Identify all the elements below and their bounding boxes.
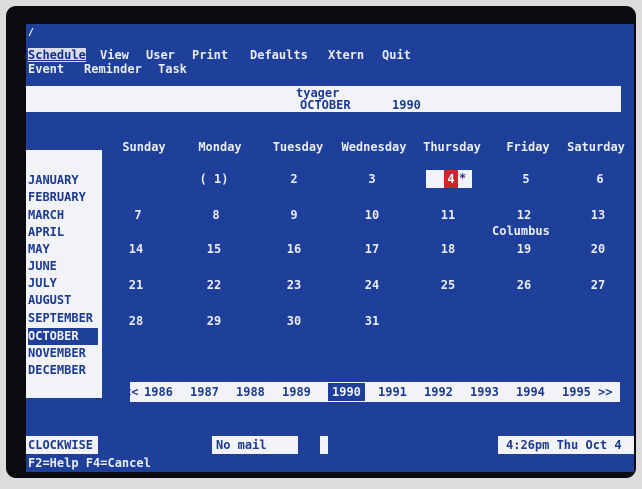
year-item[interactable]: 1988 — [236, 385, 265, 399]
status-divider — [328, 436, 498, 454]
status-divider — [98, 436, 212, 454]
menu-reminder[interactable]: Reminder — [84, 62, 142, 76]
function-key-help: F2=Help F4=Cancel — [28, 456, 151, 470]
day-cell[interactable]: 17 — [342, 242, 402, 256]
day-cell[interactable]: 5 — [496, 172, 556, 186]
month-title: OCTOBER — [300, 98, 351, 112]
year-item[interactable]: 1993 — [470, 385, 499, 399]
month-item-august[interactable]: AUGUST — [28, 292, 102, 309]
month-item-october[interactable]: OCTOBER — [28, 328, 98, 345]
clock-mode-label: CLOCKWISE — [28, 438, 94, 452]
menu-quit[interactable]: Quit — [382, 48, 411, 62]
menu-print[interactable]: Print — [192, 48, 228, 62]
today-marker: * — [459, 171, 467, 185]
day-cell[interactable]: 24 — [342, 278, 402, 292]
month-item-march[interactable]: MARCH — [28, 207, 102, 224]
holiday-label: Columbus — [492, 224, 550, 238]
day-cell[interactable]: 25 — [418, 278, 478, 292]
day-cell[interactable]: 16 — [264, 242, 324, 256]
weekday-thursday: Thursday — [423, 140, 481, 154]
calendar-header: tyager OCTOBER 1990 — [26, 86, 621, 112]
day-cell[interactable]: 11 — [418, 208, 478, 222]
menu-defaults[interactable]: Defaults — [250, 48, 308, 62]
day-cell[interactable]: 2 — [264, 172, 324, 186]
menu-xtern[interactable]: Xtern — [328, 48, 364, 62]
day-cell[interactable]: 9 — [264, 208, 324, 222]
year-item[interactable]: 1987 — [190, 385, 219, 399]
weekday-saturday: Saturday — [567, 140, 625, 154]
year-item[interactable]: 1989 — [282, 385, 311, 399]
year-item[interactable]: 1991 — [378, 385, 407, 399]
menu-view[interactable]: View — [100, 48, 129, 62]
day-cell[interactable]: 14 — [106, 242, 166, 256]
mail-status: No mail — [216, 438, 267, 452]
day-cell[interactable]: 8 — [186, 208, 246, 222]
year-item[interactable]: 1986 — [144, 385, 173, 399]
day-cell[interactable]: 19 — [494, 242, 554, 256]
status-divider — [298, 436, 320, 454]
year-title: 1990 — [392, 98, 421, 112]
day-cell[interactable]: 31 — [342, 314, 402, 328]
today-date[interactable]: 4 — [444, 170, 458, 188]
year-item-selected[interactable]: 1990 — [328, 383, 365, 401]
cursor-mark: / — [28, 27, 35, 38]
month-item-february[interactable]: FEBRUARY — [28, 189, 102, 206]
day-cell[interactable]: 22 — [184, 278, 244, 292]
day-cell[interactable]: 7 — [108, 208, 168, 222]
month-item-july[interactable]: JULY — [28, 275, 102, 292]
day-cell[interactable]: 13 — [568, 208, 628, 222]
month-item-september[interactable]: SEPTEMBER — [28, 310, 102, 327]
menu-event[interactable]: Event — [28, 62, 64, 76]
year-item[interactable]: 1994 — [516, 385, 545, 399]
year-prev-button[interactable]: << — [124, 385, 138, 399]
month-item-april[interactable]: APRIL — [28, 224, 102, 241]
monitor-bezel: / Schedule View User Print Defaults Xter… — [6, 6, 636, 478]
day-cell[interactable]: 18 — [418, 242, 478, 256]
weekday-tuesday: Tuesday — [272, 140, 324, 154]
menu-schedule[interactable]: Schedule — [28, 48, 86, 62]
day-cell[interactable]: 21 — [106, 278, 166, 292]
day-cell[interactable]: 29 — [184, 314, 244, 328]
day-cell[interactable]: 30 — [264, 314, 324, 328]
day-cell[interactable]: 12 — [494, 208, 554, 222]
day-cell[interactable]: 27 — [568, 278, 628, 292]
month-item-june[interactable]: JUNE — [28, 258, 102, 275]
month-item-december[interactable]: DECEMBER — [28, 362, 102, 379]
day-cell[interactable]: 3 — [342, 172, 402, 186]
day-cell[interactable]: 20 — [568, 242, 628, 256]
day-cell[interactable]: ( 1) — [184, 172, 244, 186]
day-cell[interactable]: 15 — [184, 242, 244, 256]
day-cell[interactable]: 10 — [342, 208, 402, 222]
weekday-wednesday: Wednesday — [341, 140, 407, 154]
day-cell[interactable]: 26 — [494, 278, 554, 292]
year-item[interactable]: 1992 — [424, 385, 453, 399]
day-cell[interactable]: 6 — [570, 172, 630, 186]
terminal-screen: / Schedule View User Print Defaults Xter… — [26, 24, 634, 472]
month-item-november[interactable]: NOVEMBER — [28, 345, 102, 362]
clock-time: 4:26pm Thu Oct 4 — [506, 438, 622, 452]
menu-user[interactable]: User — [146, 48, 175, 62]
month-item-january[interactable]: JANUARY — [28, 172, 102, 189]
weekday-monday: Monday — [198, 140, 242, 154]
menu-task[interactable]: Task — [158, 62, 187, 76]
day-cell[interactable]: 28 — [106, 314, 166, 328]
day-cell[interactable]: 23 — [264, 278, 324, 292]
year-item[interactable]: 1995 — [562, 385, 591, 399]
year-next-button[interactable]: >> — [598, 385, 612, 399]
weekday-sunday: Sunday — [122, 140, 166, 154]
month-item-may[interactable]: MAY — [28, 241, 102, 258]
